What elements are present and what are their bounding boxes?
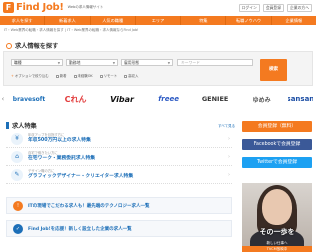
chevron-down-icon: ▼ [167, 61, 170, 65]
pencil-icon: ✎ [11, 168, 23, 181]
yen-icon: ¥ [11, 132, 23, 145]
location-select[interactable]: 勤務地 ▼ [66, 59, 118, 66]
feature-title: 在宅ワーク・業務委託求人特集 [28, 156, 96, 161]
chevron-right-icon: › [228, 153, 230, 160]
chevron-down-icon: ▼ [57, 61, 60, 65]
feature-title: 年収500万円以上の求人特集 [28, 138, 91, 143]
twitter-register-button[interactable]: Twitterで会員登録 [242, 157, 312, 168]
job-type-select[interactable]: 職種 ▼ [11, 59, 63, 66]
option-checkbox[interactable]: リモート [99, 73, 118, 78]
site-header: F Find Job! Webの求人情報サイト ログイン 会員登録 企業の方へ [0, 0, 316, 16]
ad-headline: その一歩を [259, 227, 295, 236]
feature-text: デザイン職の方に グラフィックデザイナー・クリエイター求人特集 [28, 169, 228, 180]
company-logo[interactable]: Cれん [55, 91, 96, 107]
home-icon: ⌂ [11, 150, 23, 163]
nav-item[interactable]: エリア [136, 16, 182, 25]
feature-banner[interactable]: ✓ Find Job!を応援！新しく設立した企業の求人一覧 [6, 220, 232, 237]
feature-text: 年収アップを目指す方に 年収500万円以上の求人特集 [28, 133, 228, 144]
keyword-input[interactable]: キーワード [177, 59, 253, 66]
employment-type-label: 雇用形態 [124, 60, 140, 65]
search-button[interactable]: 検索 [260, 59, 287, 81]
option-checkbox[interactable]: 新着 [55, 73, 67, 78]
check-icon: ✓ [13, 223, 23, 234]
nav-item[interactable]: 人気の職種 [91, 16, 136, 25]
company-logo[interactable]: GENIEE [195, 91, 236, 107]
section-bar-icon [6, 122, 9, 129]
company-logo[interactable]: bravesoft [9, 91, 50, 107]
option-label: 新着 [59, 74, 67, 78]
feature-banner[interactable]: ! ITの現場でこだわる求人も！最先端のテクノロジー求人一覧 [6, 197, 232, 214]
search-options: +オプションで絞り込む 新着 未経験OK リモート 高収入 [11, 73, 138, 78]
checkbox-icon [124, 74, 128, 78]
sidebar-ad[interactable]: その一歩を 新しい仕事へ TVCM放映中 [242, 183, 312, 252]
feature-item[interactable]: ¥ 年収アップを目指す方に 年収500万円以上の求人特集 › [6, 130, 232, 148]
site-logo[interactable]: F Find Job! Webの求人情報サイト [3, 2, 103, 13]
banner-text: Find Job!を応援！新しく設立した企業の求人一覧 [28, 226, 132, 232]
nav-item[interactable]: 転職ノウハウ [226, 16, 272, 25]
chevron-right-icon: › [228, 171, 230, 178]
option-label: リモート [103, 74, 118, 78]
job-type-label: 職種 [14, 60, 22, 65]
company-logo-carousel: ‹ bravesoft Cれん Vibar freee GENIEE ゆめみ s… [0, 90, 316, 108]
logo-mark: F [3, 2, 14, 13]
main-nav: 求人を探す 新着求人 人気の職種 エリア 特集 転職ノウハウ 企業情報 [0, 16, 316, 25]
search-box: 職種 ▼ 勤務地 ▼ 雇用形態 ▼ キーワード 検索 +オプションで絞り込む 新… [3, 51, 313, 86]
plus-icon: + [11, 74, 14, 78]
nav-item[interactable]: 特集 [181, 16, 227, 25]
location-label: 勤務地 [69, 60, 81, 65]
option-filter-label: オプションで絞り込む [14, 74, 49, 78]
logo-text: Find Job! [16, 2, 64, 13]
option-filter[interactable]: +オプションで絞り込む [11, 73, 49, 78]
banner-text: ITの現場でこだわる求人も！最先端のテクノロジー求人一覧 [28, 203, 150, 209]
job-features-title: 求人特集 [6, 121, 37, 130]
features-title-text: 求人特集 [12, 123, 37, 130]
login-link[interactable]: ログイン [238, 4, 260, 12]
company-link[interactable]: 企業の方へ [287, 4, 312, 12]
company-logo[interactable]: ゆめみ [241, 91, 282, 107]
option-label: 高収入 [128, 74, 139, 78]
alert-icon: ! [13, 200, 23, 211]
company-logo[interactable]: freee [148, 91, 189, 107]
breadcrumb: IT・Web業界の転職・求人情報を探す | IT・Web業界の転職・求人情報なら… [4, 28, 139, 32]
checkbox-icon [55, 74, 59, 78]
chevron-down-icon: ▼ [112, 61, 115, 65]
option-label: 未経験OK [77, 74, 93, 78]
ad-strip: TVCM放映中 [242, 246, 312, 252]
checkbox-icon [73, 74, 77, 78]
search-section-title: 求人情報を探す [6, 41, 58, 50]
register-link[interactable]: 会員登録 [262, 4, 285, 12]
option-checkbox[interactable]: 未経験OK [73, 73, 93, 78]
logo-tagline: Webの求人情報サイト [67, 5, 104, 9]
search-icon [6, 42, 12, 49]
company-logo[interactable]: sansan [288, 91, 313, 107]
feature-title: グラフィックデザイナー・クリエイター求人特集 [28, 174, 134, 179]
nav-item[interactable]: 新着求人 [45, 16, 91, 25]
employment-type-select[interactable]: 雇用形態 ▼ [121, 59, 173, 66]
feature-item[interactable]: ✎ デザイン職の方に グラフィックデザイナー・クリエイター求人特集 › [6, 166, 232, 184]
checkbox-icon [99, 74, 103, 78]
nav-item[interactable]: 企業情報 [272, 16, 316, 25]
register-button[interactable]: 会員登録（無料） [242, 121, 312, 132]
header-links: ログイン 会員登録 企業の方へ [238, 4, 312, 12]
feature-text: 自宅で働きたい方に 在宅ワーク・業務委託求人特集 [28, 151, 228, 162]
facebook-register-button[interactable]: Facebookで会員登録 [242, 139, 312, 150]
feature-list: ¥ 年収アップを目指す方に 年収500万円以上の求人特集 › ⌂ 自宅で働きたい… [6, 130, 232, 184]
nav-item[interactable]: 求人を探す [0, 16, 46, 25]
ad-person-face [262, 189, 292, 225]
search-title-text: 求人情報を探す [15, 43, 59, 50]
chevron-right-icon: › [228, 135, 230, 142]
feature-item[interactable]: ⌂ 自宅で働きたい方に 在宅ワーク・業務委託求人特集 › [6, 148, 232, 166]
option-checkbox[interactable]: 高収入 [124, 73, 138, 78]
see-all-link[interactable]: すべて見る [218, 124, 235, 129]
chevron-left-icon[interactable]: ‹ [0, 95, 6, 103]
company-logo[interactable]: Vibar [102, 91, 143, 107]
